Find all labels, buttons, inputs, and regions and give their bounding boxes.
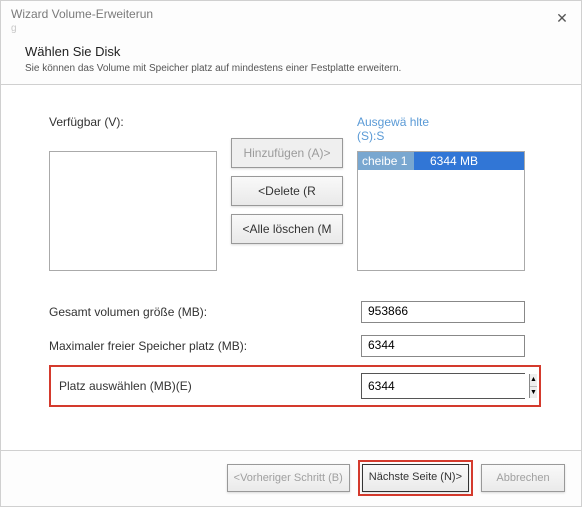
selected-label: Ausgewä hlte (S):S [357, 115, 447, 145]
wizard-window: Wizard Volume-Erweiterun g ✕ Wählen Sie … [0, 0, 582, 507]
window-title: Wizard Volume-Erweiterun [11, 7, 571, 21]
spin-down-icon[interactable]: ▼ [530, 387, 537, 399]
add-button: Hinzufügen (A)> [231, 138, 343, 168]
maxfree-label: Maximaler freier Speicher platz (MB): [49, 339, 361, 353]
maxfree-value: 6344 [361, 335, 525, 357]
wizard-header: Wählen Sie Disk Sie können das Volume mi… [1, 42, 581, 85]
choose-space-row: Platz auswählen (MB)(E) ▲ ▼ [49, 365, 541, 407]
list-item-disk: cheibe 1 [358, 152, 414, 170]
delete-all-button[interactable]: <Alle löschen (M [231, 214, 343, 244]
list-item-size: 6344 MB [414, 152, 524, 170]
prev-button: <Vorheriger Schritt (B) [227, 464, 350, 492]
next-button[interactable]: Nächste Seite (N)> [362, 464, 469, 492]
wizard-body: Verfügbar (V): Hinzufügen (A)> <Delete (… [1, 85, 581, 450]
titlebar: Wizard Volume-Erweiterun g ✕ [1, 1, 581, 42]
choose-spinner[interactable]: ▲ ▼ [361, 373, 525, 399]
window-title-wrap: g [11, 23, 571, 34]
available-listbox[interactable] [49, 151, 217, 271]
total-label: Gesamt volumen größe (MB): [49, 305, 361, 319]
close-icon[interactable]: ✕ [553, 9, 571, 27]
wizard-footer: <Vorheriger Schritt (B) Nächste Seite (N… [1, 450, 581, 504]
page-desc: Sie können das Volume mit Speicher platz… [25, 63, 557, 74]
choose-input[interactable] [362, 374, 529, 398]
next-highlight: Nächste Seite (N)> [358, 460, 473, 496]
total-value: 953866 [361, 301, 525, 323]
delete-button[interactable]: <Delete (R [231, 176, 343, 206]
list-item[interactable]: cheibe 1 6344 MB [358, 152, 524, 170]
choose-label: Platz auswählen (MB)(E) [59, 379, 361, 393]
selected-listbox[interactable]: cheibe 1 6344 MB [357, 151, 525, 271]
available-label: Verfügbar (V): [49, 115, 217, 145]
page-title: Wählen Sie Disk [25, 44, 557, 59]
cancel-button[interactable]: Abbrechen [481, 464, 565, 492]
spin-up-icon[interactable]: ▲ [530, 374, 537, 387]
